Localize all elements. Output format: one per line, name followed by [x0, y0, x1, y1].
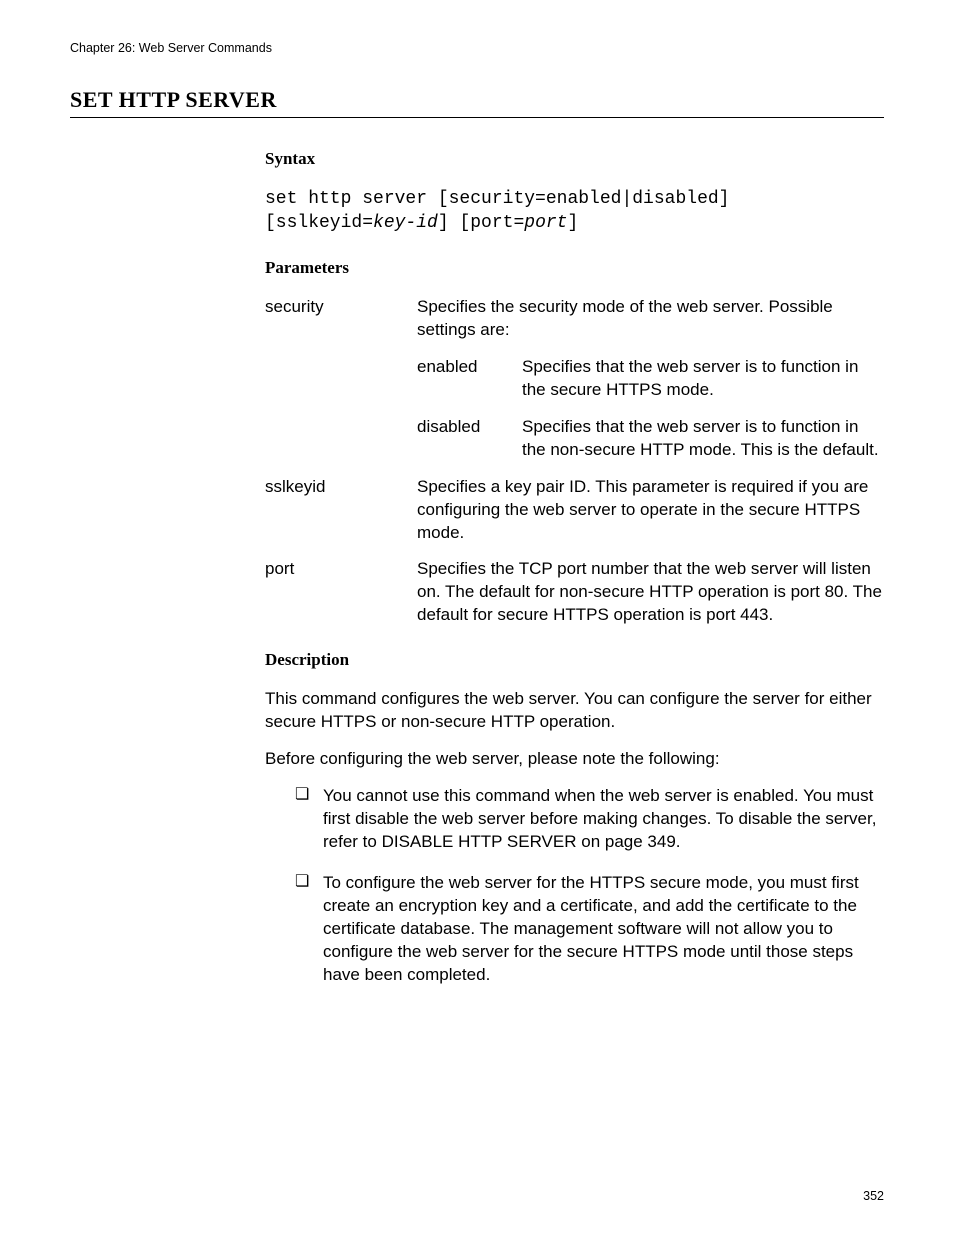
- bullet-text: To configure the web server for the HTTP…: [323, 872, 884, 987]
- syntax-code: set http server [security=enabled|disabl…: [265, 187, 884, 236]
- param-port: port Specifies the TCP port number that …: [265, 558, 884, 627]
- list-item: ❏ To configure the web server for the HT…: [295, 872, 884, 987]
- description-paragraph: Before configuring the web server, pleas…: [265, 748, 884, 771]
- param-sslkeyid: sslkeyid Specifies a key pair ID. This p…: [265, 476, 884, 545]
- description-paragraph: This command configures the web server. …: [265, 688, 884, 734]
- bullet-text: You cannot use this command when the web…: [323, 785, 884, 854]
- option-text: Specifies that the web server is to func…: [522, 356, 884, 402]
- option-label: enabled: [417, 356, 522, 379]
- bullet-icon: ❏: [295, 872, 323, 987]
- chapter-heading: Chapter 26: Web Server Commands: [70, 40, 884, 57]
- param-name: security: [265, 296, 417, 319]
- option-label: disabled: [417, 416, 522, 439]
- syntax-fragment: ] [port=: [438, 213, 524, 233]
- content-body: Syntax set http server [security=enabled…: [265, 148, 884, 987]
- syntax-italic: key-id: [373, 213, 438, 233]
- page-number: 352: [863, 1188, 884, 1205]
- param-body: Specifies the security mode of the web s…: [417, 296, 884, 462]
- parameters-heading: Parameters: [265, 257, 884, 280]
- bullet-icon: ❏: [295, 785, 323, 854]
- param-option-disabled: disabled Specifies that the web server i…: [417, 416, 884, 462]
- command-title: SET HTTP SERVER: [70, 85, 884, 118]
- syntax-heading: Syntax: [265, 148, 884, 171]
- syntax-italic: port: [524, 213, 567, 233]
- param-body: Specifies a key pair ID. This parameter …: [417, 476, 884, 545]
- syntax-fragment: ]: [567, 213, 578, 233]
- param-name: port: [265, 558, 417, 581]
- option-text: Specifies that the web server is to func…: [522, 416, 884, 462]
- param-name: sslkeyid: [265, 476, 417, 499]
- param-body: Specifies the TCP port number that the w…: [417, 558, 884, 627]
- param-intro: Specifies the security mode of the web s…: [417, 296, 884, 342]
- list-item: ❏ You cannot use this command when the w…: [295, 785, 884, 854]
- param-security: security Specifies the security mode of …: [265, 296, 884, 462]
- bullet-list: ❏ You cannot use this command when the w…: [265, 785, 884, 987]
- param-option-enabled: enabled Specifies that the web server is…: [417, 356, 884, 402]
- description-heading: Description: [265, 649, 884, 672]
